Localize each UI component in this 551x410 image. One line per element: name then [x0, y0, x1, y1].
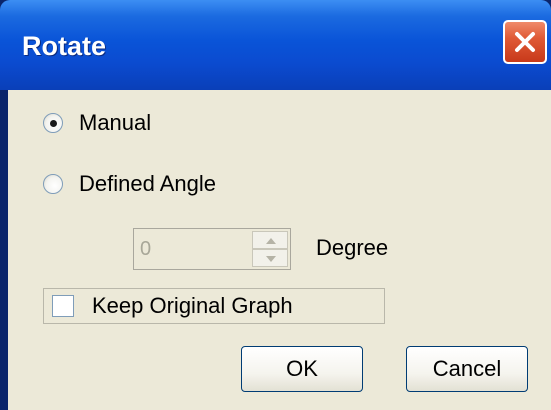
keep-original-checkbox[interactable]: [52, 295, 74, 317]
spin-up-button[interactable]: [252, 231, 288, 249]
radio-selected-dot: [50, 120, 57, 127]
angle-spinner[interactable]: [133, 228, 291, 270]
spin-down-button[interactable]: [252, 249, 288, 267]
cancel-button[interactable]: Cancel: [406, 346, 528, 392]
radio-manual[interactable]: Manual: [43, 110, 151, 136]
radio-label-defined-angle: Defined Angle: [79, 171, 216, 196]
keep-original-label: Keep Original Graph: [92, 293, 293, 318]
radio-button-manual[interactable]: [43, 113, 63, 133]
dialog-title: Rotate: [22, 31, 107, 61]
close-button[interactable]: [503, 20, 547, 64]
close-x-icon: [515, 32, 535, 52]
degree-label: Degree: [316, 235, 389, 260]
ok-button[interactable]: OK: [241, 346, 363, 392]
radio-label-manual: Manual: [79, 110, 152, 135]
radio-button-defined-angle[interactable]: [43, 174, 63, 194]
spinner-buttons: [252, 231, 288, 267]
keep-original-checkbox-row[interactable]: Keep Original Graph: [43, 288, 385, 324]
dialog-body: Manual Defined Angle Degree: [8, 90, 551, 410]
radio-defined-angle[interactable]: Defined Angle: [43, 171, 216, 197]
title-bar[interactable]: Rotate: [0, 0, 551, 90]
spin-down-arrow-icon: [266, 256, 276, 262]
rotate-dialog: Rotate Manual Defined Angle 0 Degree Kee…: [0, 0, 551, 410]
angle-input[interactable]: [136, 231, 248, 267]
spin-up-arrow-icon: [266, 238, 276, 244]
